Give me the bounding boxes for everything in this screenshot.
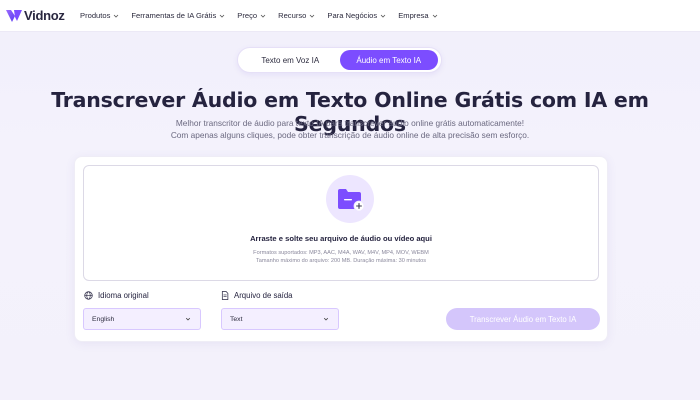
- chevron-down-icon: [114, 14, 119, 18]
- globe-icon: [84, 291, 93, 300]
- language-select-value: English: [92, 315, 115, 323]
- menu-item-empresa[interactable]: Empresa: [398, 11, 437, 20]
- transcription-card: Arraste e solte seu arquivo de áudio ou …: [74, 156, 608, 342]
- page-title: Transcrever Áudio em Texto Online Grátis…: [51, 88, 649, 136]
- drop-zone-title: Arraste e solte seu arquivo de áudio ou …: [250, 234, 432, 243]
- chevron-down-icon: [323, 317, 329, 321]
- menu-item-produtos[interactable]: Produtos: [80, 11, 119, 20]
- main-menu: Produtos Ferramentas de IA Grátis Preço …: [68, 11, 438, 20]
- menu-item-label: Recurso: [278, 11, 307, 20]
- top-nav: Vidnoz Produtos Ferramentas de IA Grátis…: [0, 0, 700, 32]
- chevron-down-icon: [260, 14, 266, 18]
- chevron-down-icon: [185, 317, 191, 321]
- menu-item-label: Preço: [237, 11, 258, 20]
- menu-item-label: Produtos: [80, 11, 111, 20]
- menu-item-negocios[interactable]: Para Negócios: [327, 11, 386, 20]
- brand-name: Vidnoz: [24, 8, 65, 23]
- chevron-down-icon: [380, 14, 386, 18]
- chevron-down-icon: [310, 14, 315, 18]
- menu-item-label: Para Negócios: [327, 11, 378, 20]
- page-subtitle-line-1: Melhor transcritor de áudio para texto I…: [175, 118, 525, 128]
- page-subtitle-line-2: Com apenas alguns cliques, pode obter tr…: [170, 130, 530, 140]
- mode-toggle: Texto em Voz IA Áudio em Texto IA: [237, 47, 442, 73]
- supported-formats: Formatos suportados: MP3, AAC, M4A, WAV,…: [253, 250, 429, 256]
- output-format-select[interactable]: Text: [221, 308, 339, 330]
- menu-item-label: Empresa: [398, 11, 429, 20]
- tab-audio-to-text[interactable]: Áudio em Texto IA: [339, 50, 438, 70]
- language-select[interactable]: English: [83, 308, 201, 330]
- chevron-down-icon: [432, 14, 437, 18]
- vidnoz-logo-icon: [6, 9, 22, 22]
- chevron-down-icon: [219, 14, 225, 18]
- language-label-text: Idioma original: [98, 291, 149, 300]
- output-label-text: Arquivo de saída: [234, 291, 293, 300]
- vidnoz-logo[interactable]: Vidnoz: [6, 8, 68, 23]
- folder-plus-icon: [338, 189, 365, 212]
- menu-item-preco[interactable]: Preço: [237, 11, 266, 20]
- output-select-value: Text: [230, 315, 243, 323]
- file-drop-zone[interactable]: Arraste e solte seu arquivo de áudio ou …: [83, 165, 599, 281]
- language-label: Idioma original: [84, 291, 149, 300]
- menu-item-ferramentas[interactable]: Ferramentas de IA Grátis: [131, 11, 225, 20]
- transcribe-button[interactable]: Transcrever Áudio em Texto IA: [446, 308, 600, 330]
- document-icon: [221, 291, 229, 300]
- output-label: Arquivo de saída: [221, 291, 293, 300]
- tab-text-to-speech[interactable]: Texto em Voz IA: [241, 50, 340, 70]
- menu-item-label: Ferramentas de IA Grátis: [131, 11, 217, 20]
- upload-icon-badge: [326, 175, 374, 223]
- file-limits: Tamanho máximo do arquivo: 200 MB. Duraç…: [255, 258, 427, 264]
- menu-item-recurso[interactable]: Recurso: [278, 11, 315, 20]
